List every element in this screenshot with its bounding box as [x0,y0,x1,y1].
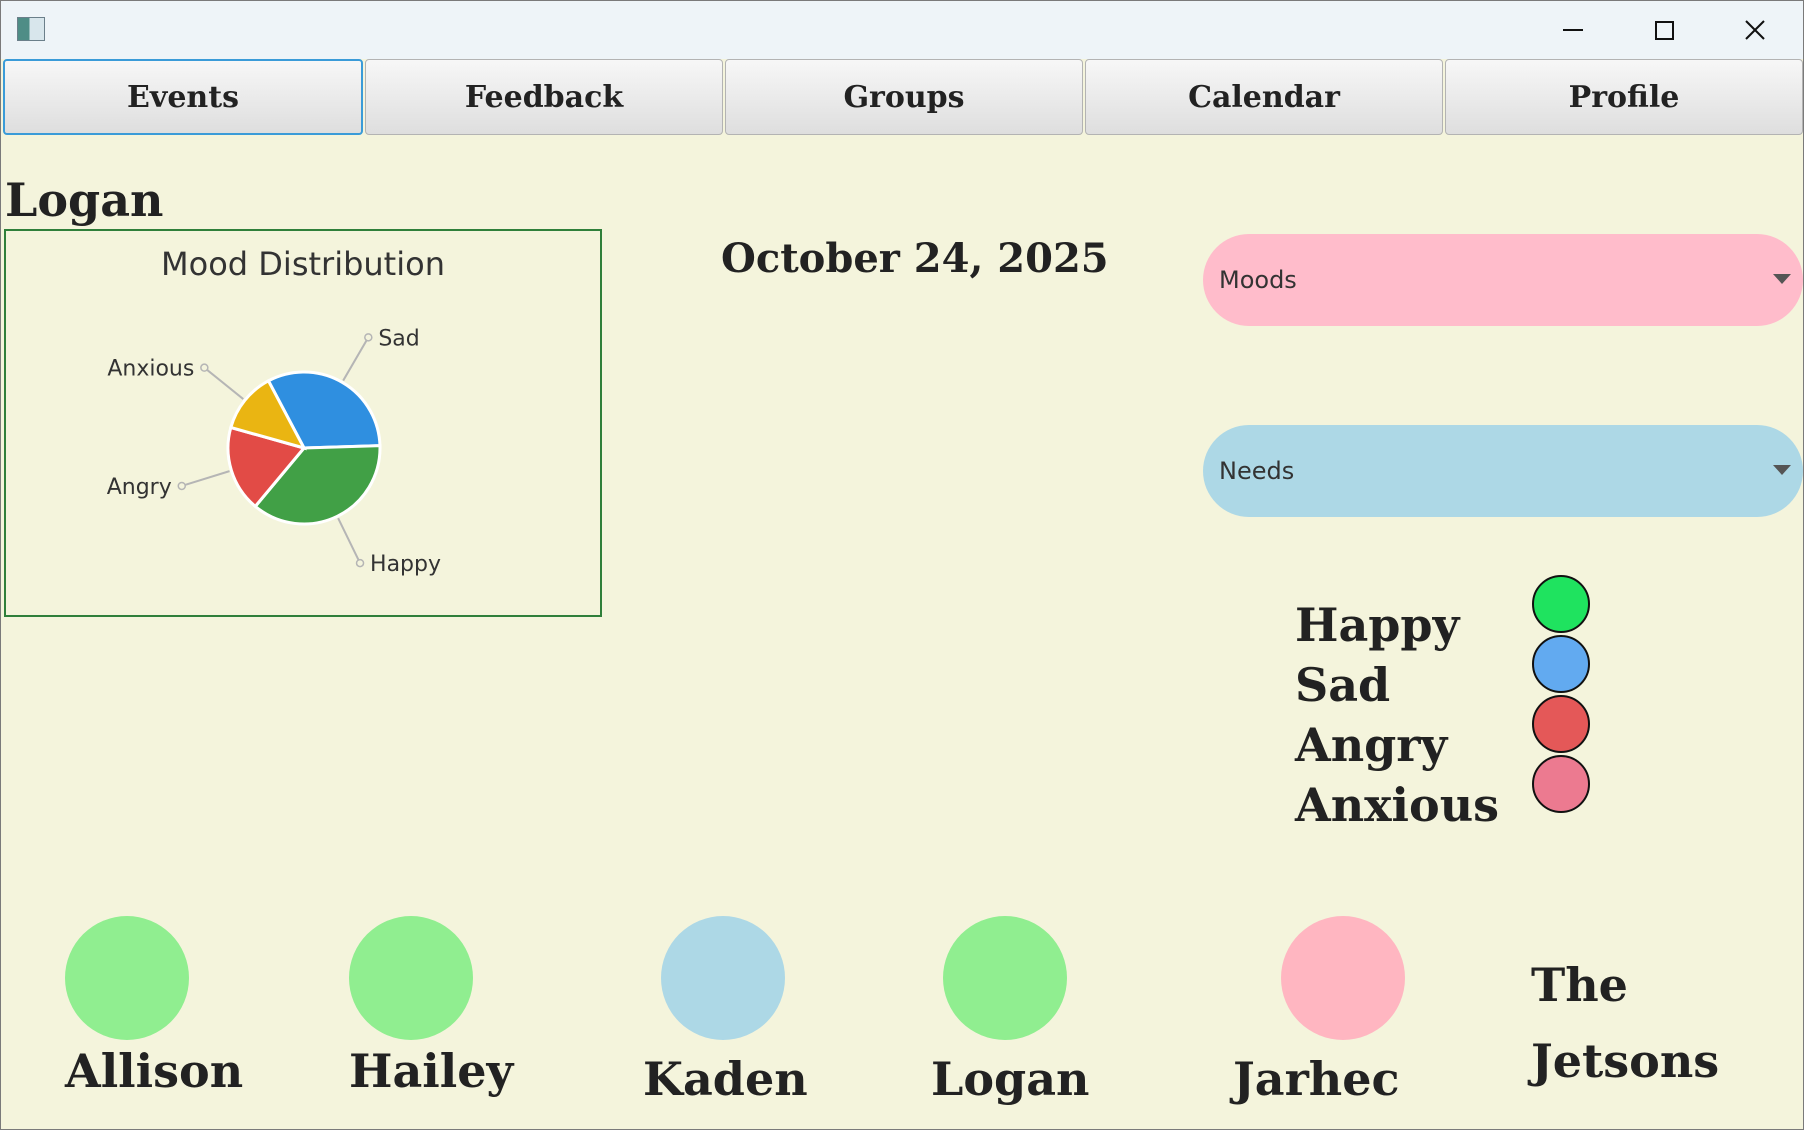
legend-dot-sad [1532,635,1590,693]
legend-label-happy: Happy [1295,598,1460,652]
minimize-icon [1563,29,1583,31]
member-name-allison: Allison [65,1044,244,1098]
pie-leader-dot-sad [364,333,373,342]
mood-chart: Mood Distribution Sad Happy Angry Anxious [4,229,602,617]
group-name-line1: The [1531,958,1628,1012]
tab-profile[interactable]: Profile [1445,59,1803,135]
member-avatar-hailey[interactable] [349,916,473,1040]
member-name-kaden: Kaden [643,1052,808,1106]
tab-groups[interactable]: Groups [725,59,1083,135]
member-avatar-kaden[interactable] [661,916,785,1040]
legend-label-angry: Angry [1295,718,1448,772]
maximize-button[interactable] [1634,9,1694,51]
member-name-hailey: Hailey [349,1044,514,1098]
moods-dropdown[interactable]: Moods [1203,234,1803,326]
pie-leader-happy [337,517,361,564]
legend-dot-happy [1532,575,1590,633]
needs-dropdown[interactable]: Needs [1203,425,1803,517]
tab-feedback[interactable]: Feedback [365,59,723,135]
page-title: Logan [5,173,164,227]
minimize-button[interactable] [1543,9,1603,51]
pie-leader-dot-angry [177,481,187,491]
chevron-down-icon [1773,465,1791,475]
date-label: October 24, 2025 [721,235,1109,282]
pie-leader-sad [342,336,370,382]
pie-leader-dot-happy [355,558,365,568]
app-icon [17,17,45,41]
legend-dot-angry [1532,695,1590,753]
member-name-logan: Logan [931,1052,1090,1106]
legend-label-anxious: Anxious [1295,778,1500,832]
pie-label-angry: Angry [107,475,172,500]
tab-calendar[interactable]: Calendar [1085,59,1443,135]
pie-chart: Sad Happy Angry Anxious [107,326,441,577]
legend-label-sad: Sad [1295,658,1391,712]
pie-label-sad: Sad [378,326,419,351]
member-avatar-logan[interactable] [943,916,1067,1040]
pie-leader-angry [181,470,230,487]
member-avatar-jarhec[interactable] [1281,916,1405,1040]
legend-dot-anxious [1532,755,1590,813]
pie-leader-dot-anxious [200,363,209,372]
tab-events[interactable]: Events [3,59,363,135]
pie-label-happy: Happy [370,552,441,577]
pie-leader-anxious [203,366,244,400]
pie-label-anxious: Anxious [107,357,194,382]
maximize-icon [1655,21,1674,40]
needs-dropdown-label: Needs [1219,457,1295,485]
member-avatar-allison[interactable] [65,916,189,1040]
close-icon [1745,20,1765,40]
title-bar [1,1,1803,59]
moods-dropdown-label: Moods [1219,266,1297,294]
chevron-down-icon [1773,274,1791,284]
app-window: Events Feedback Groups Calendar Profile … [0,0,1804,1130]
tab-bar: Events Feedback Groups Calendar Profile [3,59,1803,137]
group-name-line2: Jetsons [1531,1034,1720,1088]
close-button[interactable] [1725,9,1785,51]
member-name-jarhec: Jarhec [1233,1052,1400,1106]
